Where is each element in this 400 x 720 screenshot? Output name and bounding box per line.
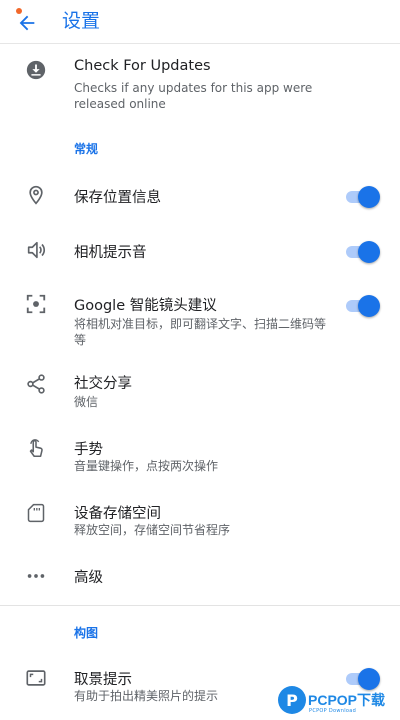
save-location-toggle[interactable] xyxy=(346,186,380,208)
save-location-item[interactable]: 保存位置信息 xyxy=(0,182,400,210)
storage-item[interactable]: 设备存储空间 释放空间，存储空间节省程序 xyxy=(0,500,400,542)
toggle-thumb xyxy=(358,295,380,317)
arrow-back-icon xyxy=(19,15,35,31)
speaker-icon xyxy=(24,238,48,262)
social-share-label: 社交分享 xyxy=(74,376,132,392)
gestures-label: 手势 xyxy=(74,442,103,458)
google-lens-desc: 将相机对准目标，即可翻译文字、扫描二维码等等 xyxy=(74,317,327,347)
app-bar: 设置 xyxy=(0,0,400,44)
section-header-composition: 构图 xyxy=(74,626,99,640)
storage-desc: 释放空间，存储空间节省程序 xyxy=(74,523,231,537)
section-header-general: 常规 xyxy=(74,142,99,156)
frame-icon xyxy=(24,666,48,690)
share-icon xyxy=(24,372,48,396)
advanced-item[interactable]: 高级 xyxy=(0,564,400,588)
page-title: 设置 xyxy=(62,10,101,32)
download-circle-icon xyxy=(24,58,48,82)
gestures-desc: 音量键操作，点按两次操作 xyxy=(74,459,219,473)
check-updates-item[interactable]: Check For Updates Checks if any updates … xyxy=(0,54,400,114)
save-location-label: 保存位置信息 xyxy=(74,190,161,206)
advanced-label: 高级 xyxy=(74,570,103,586)
camera-sound-item[interactable]: 相机提示音 xyxy=(0,238,400,266)
lens-icon xyxy=(24,292,48,316)
google-lens-label: Google 智能镜头建议 xyxy=(74,298,217,314)
social-share-item[interactable]: 社交分享 微信 xyxy=(0,370,400,412)
gestures-item[interactable]: 手势 音量键操作，点按两次操作 xyxy=(0,436,400,478)
watermark-text: PCPOP下载 xyxy=(308,692,386,708)
camera-sound-toggle[interactable] xyxy=(346,241,380,263)
gesture-icon xyxy=(24,436,48,460)
storage-label: 设备存储空间 xyxy=(74,506,161,522)
sd-card-icon xyxy=(24,501,48,525)
check-updates-label: Check For Updates xyxy=(74,58,211,74)
toggle-thumb xyxy=(358,186,380,208)
pcpop-watermark: P PCPOP下载 PCPOP Download xyxy=(276,684,400,720)
check-updates-desc: Checks if any updates for this app were … xyxy=(74,81,313,111)
more-horiz-icon xyxy=(24,564,48,588)
framing-hints-label: 取景提示 xyxy=(74,672,132,688)
pcpop-logo-icon: P xyxy=(278,686,306,714)
toggle-thumb xyxy=(358,241,380,263)
watermark-subtext: PCPOP Download xyxy=(309,708,357,714)
camera-sound-label: 相机提示音 xyxy=(74,245,147,261)
divider xyxy=(0,605,400,606)
google-lens-toggle[interactable] xyxy=(346,295,380,317)
location-pin-icon xyxy=(24,183,48,207)
social-share-desc: 微信 xyxy=(74,395,99,409)
back-button[interactable] xyxy=(12,8,42,38)
google-lens-item[interactable]: Google 智能镜头建议 将相机对准目标，即可翻译文字、扫描二维码等等 xyxy=(0,290,400,350)
